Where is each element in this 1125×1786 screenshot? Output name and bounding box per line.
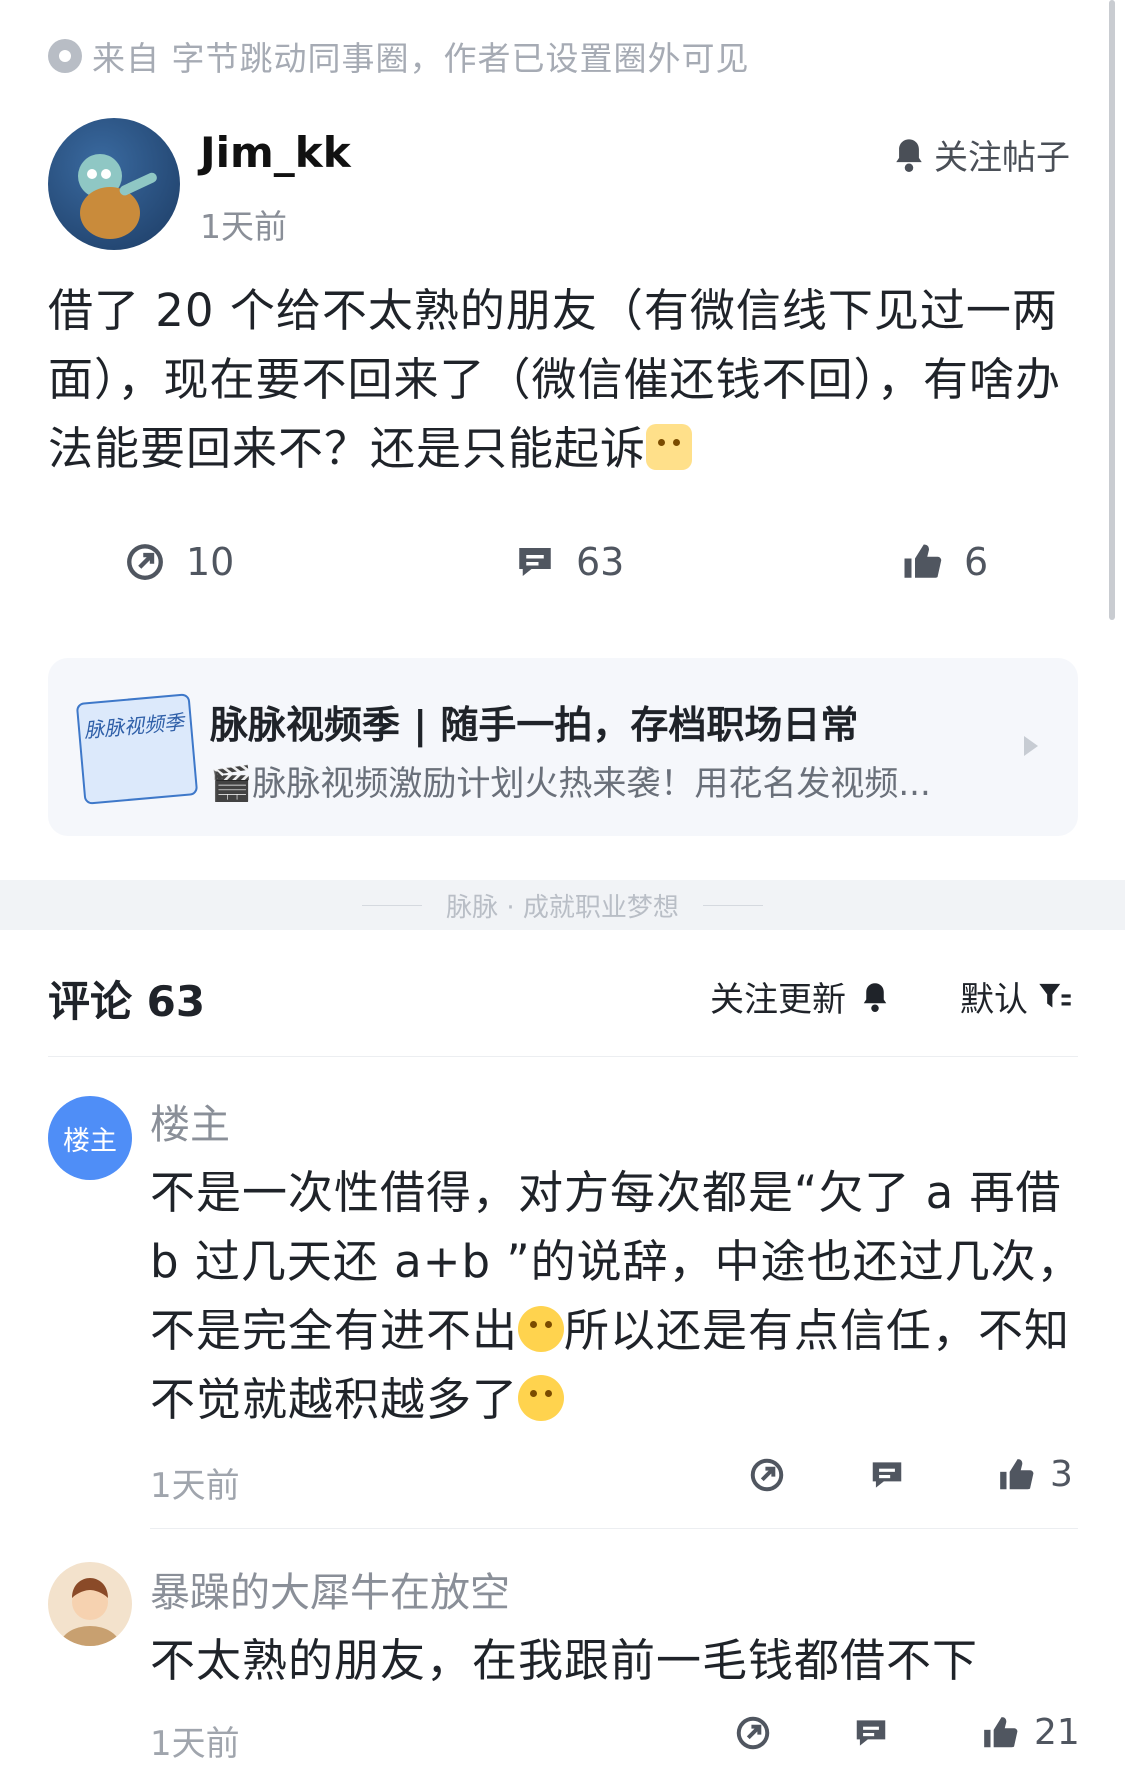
- post-body-text: 借了 20 个给不太熟的朋友（有微信线下见过一两面），现在要不回来了（微信催还钱…: [48, 284, 1062, 475]
- share-count: 10: [186, 540, 235, 584]
- comment-icon: [856, 1720, 886, 1746]
- comment-share-button[interactable]: [748, 1456, 786, 1494]
- comment-author[interactable]: 楼主: [150, 1092, 230, 1150]
- promo-title: 脉脉视频季 | 随手一拍，存档职场日常: [210, 703, 859, 747]
- thumbs-up-icon: [984, 1716, 1018, 1747]
- thumbs-up-icon: [904, 544, 942, 578]
- author-name[interactable]: Jim_kk: [200, 128, 351, 177]
- source-row: 来自 字节跳动同事圈，作者已设置圈外可见: [48, 32, 750, 80]
- scrollbar[interactable]: [1109, 0, 1115, 620]
- promo-subtitle: 🎬脉脉视频激励计划火热来袭！用花名发视频...: [210, 764, 931, 804]
- share-button[interactable]: 10: [124, 540, 234, 584]
- sort-dropdown[interactable]: 默认: [960, 972, 1072, 1021]
- commenter-avatar[interactable]: [48, 1562, 132, 1646]
- promo-image-text: 脉脉视频季: [83, 709, 185, 743]
- divider-line-right: [702, 904, 763, 906]
- circle-source-icon: [48, 39, 82, 73]
- header-divider: [48, 1056, 1078, 1057]
- follow-updates-label: 关注更新: [710, 980, 846, 1020]
- shocked-face-emoji-icon: [646, 424, 693, 470]
- like-button[interactable]: 6: [900, 540, 988, 584]
- chevron-right-icon: [1024, 736, 1038, 756]
- comment-body: 不是一次性借得，对方每次都是“欠了 a 再借 b 过几天还 a+b ”的说辞，中…: [150, 1158, 1090, 1434]
- promo-image: 脉脉视频季: [75, 693, 199, 805]
- comment-share-button[interactable]: [734, 1714, 772, 1752]
- like-count: 6: [964, 540, 989, 584]
- comment-like-count: 21: [1034, 1712, 1080, 1753]
- op-avatar-badge[interactable]: 楼主: [48, 1096, 132, 1180]
- follow-post-label: 关注帖子: [934, 138, 1070, 178]
- follow-post-button[interactable]: 关注帖子: [892, 130, 1070, 179]
- divider-line-left: [362, 904, 423, 906]
- share-icon: [736, 1716, 770, 1750]
- comment-icon: [519, 548, 551, 576]
- divider-slogan: 脉脉 · 成就职业梦想: [0, 880, 1125, 930]
- cartoon-man-avatar-icon: [60, 1578, 120, 1646]
- comment-like-count: 3: [1050, 1454, 1073, 1495]
- tears-of-joy-emoji-icon: [518, 1306, 565, 1352]
- follow-updates-button[interactable]: 关注更新: [710, 972, 890, 1021]
- filter-icon: [1039, 983, 1071, 1007]
- comment-button[interactable]: 63: [514, 540, 624, 584]
- comment-reply-button[interactable]: [868, 1456, 906, 1494]
- promo-card[interactable]: 脉脉视频季 脉脉视频季 | 随手一拍，存档职场日常 🎬脉脉视频激励计划火热来袭！…: [48, 658, 1078, 836]
- comment-like-button[interactable]: 21: [980, 1712, 1080, 1753]
- author-avatar[interactable]: [48, 118, 180, 250]
- comment-divider: [150, 1528, 1078, 1529]
- comment-author[interactable]: 暴躁的大犀牛在放空: [150, 1560, 510, 1618]
- source-text: 来自 字节跳动同事圈，作者已设置圈外可见: [92, 39, 750, 78]
- bell-icon: [896, 138, 922, 172]
- divider-slogan-text: 脉脉 · 成就职业梦想: [446, 892, 679, 923]
- bell-icon: [863, 982, 887, 1012]
- comment-time: 1天前: [150, 1724, 240, 1764]
- comment-reply-button[interactable]: [852, 1714, 890, 1752]
- post-body: 借了 20 个给不太熟的朋友（有微信线下见过一两面），现在要不回来了（微信催还钱…: [48, 276, 1078, 483]
- comment-body: 不太熟的朋友，在我跟前一毛钱都借不下: [150, 1634, 979, 1687]
- comment-like-button[interactable]: 3: [996, 1454, 1073, 1495]
- sort-label: 默认: [960, 980, 1028, 1020]
- comment-time: 1天前: [150, 1466, 240, 1506]
- post-time: 1天前: [200, 207, 287, 246]
- comment-count: 63: [576, 540, 625, 584]
- squidward-avatar-icon: [78, 154, 157, 239]
- comments-title: 评论 63: [48, 977, 206, 1026]
- share-icon: [750, 1458, 784, 1492]
- share-icon: [127, 544, 163, 580]
- tears-of-joy-emoji-icon: [518, 1375, 565, 1421]
- thumbs-up-icon: [1000, 1458, 1034, 1489]
- comment-icon: [872, 1462, 902, 1488]
